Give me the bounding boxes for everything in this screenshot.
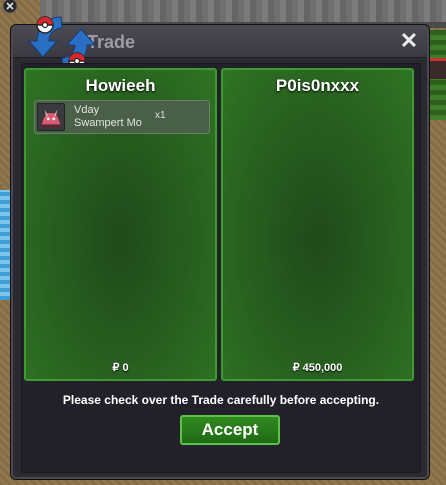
pokeball-icon — [36, 16, 54, 34]
item-quantity: x1 — [155, 110, 166, 121]
corner-close-icon[interactable] — [2, 0, 18, 14]
trade-panel-self: Howieeh Vday Swampert Mo x1 ₽ 0 — [24, 68, 217, 381]
close-icon[interactable]: ✕ — [399, 30, 419, 52]
trade-notice: Please check over the Trade carefully be… — [62, 393, 380, 407]
item-name-line1: Vday — [74, 104, 100, 116]
trade-item[interactable]: Vday Swampert Mo x1 — [34, 100, 210, 134]
trade-content: Howieeh Vday Swampert Mo x1 ₽ 0 P0is0nxx… — [21, 63, 421, 473]
background-character — [430, 58, 446, 79]
swampert-item-icon — [37, 103, 65, 131]
money-offer: ₽ 0 — [112, 362, 129, 374]
trade-window: Trade ✕ Howieeh Vday Swampert Mo x1 ₽ 0 … — [11, 16, 429, 479]
player-name: Howieeh — [85, 76, 156, 95]
player-name: P0is0nxxx — [275, 76, 360, 95]
accept-button[interactable]: Accept — [180, 415, 280, 445]
money-offer: ₽ 450,000 — [292, 362, 343, 374]
trade-panel-partner: P0is0nxxx ₽ 450,000 — [221, 68, 414, 381]
item-name-line2: Swampert Mo — [74, 117, 142, 129]
background-road — [40, 0, 446, 24]
